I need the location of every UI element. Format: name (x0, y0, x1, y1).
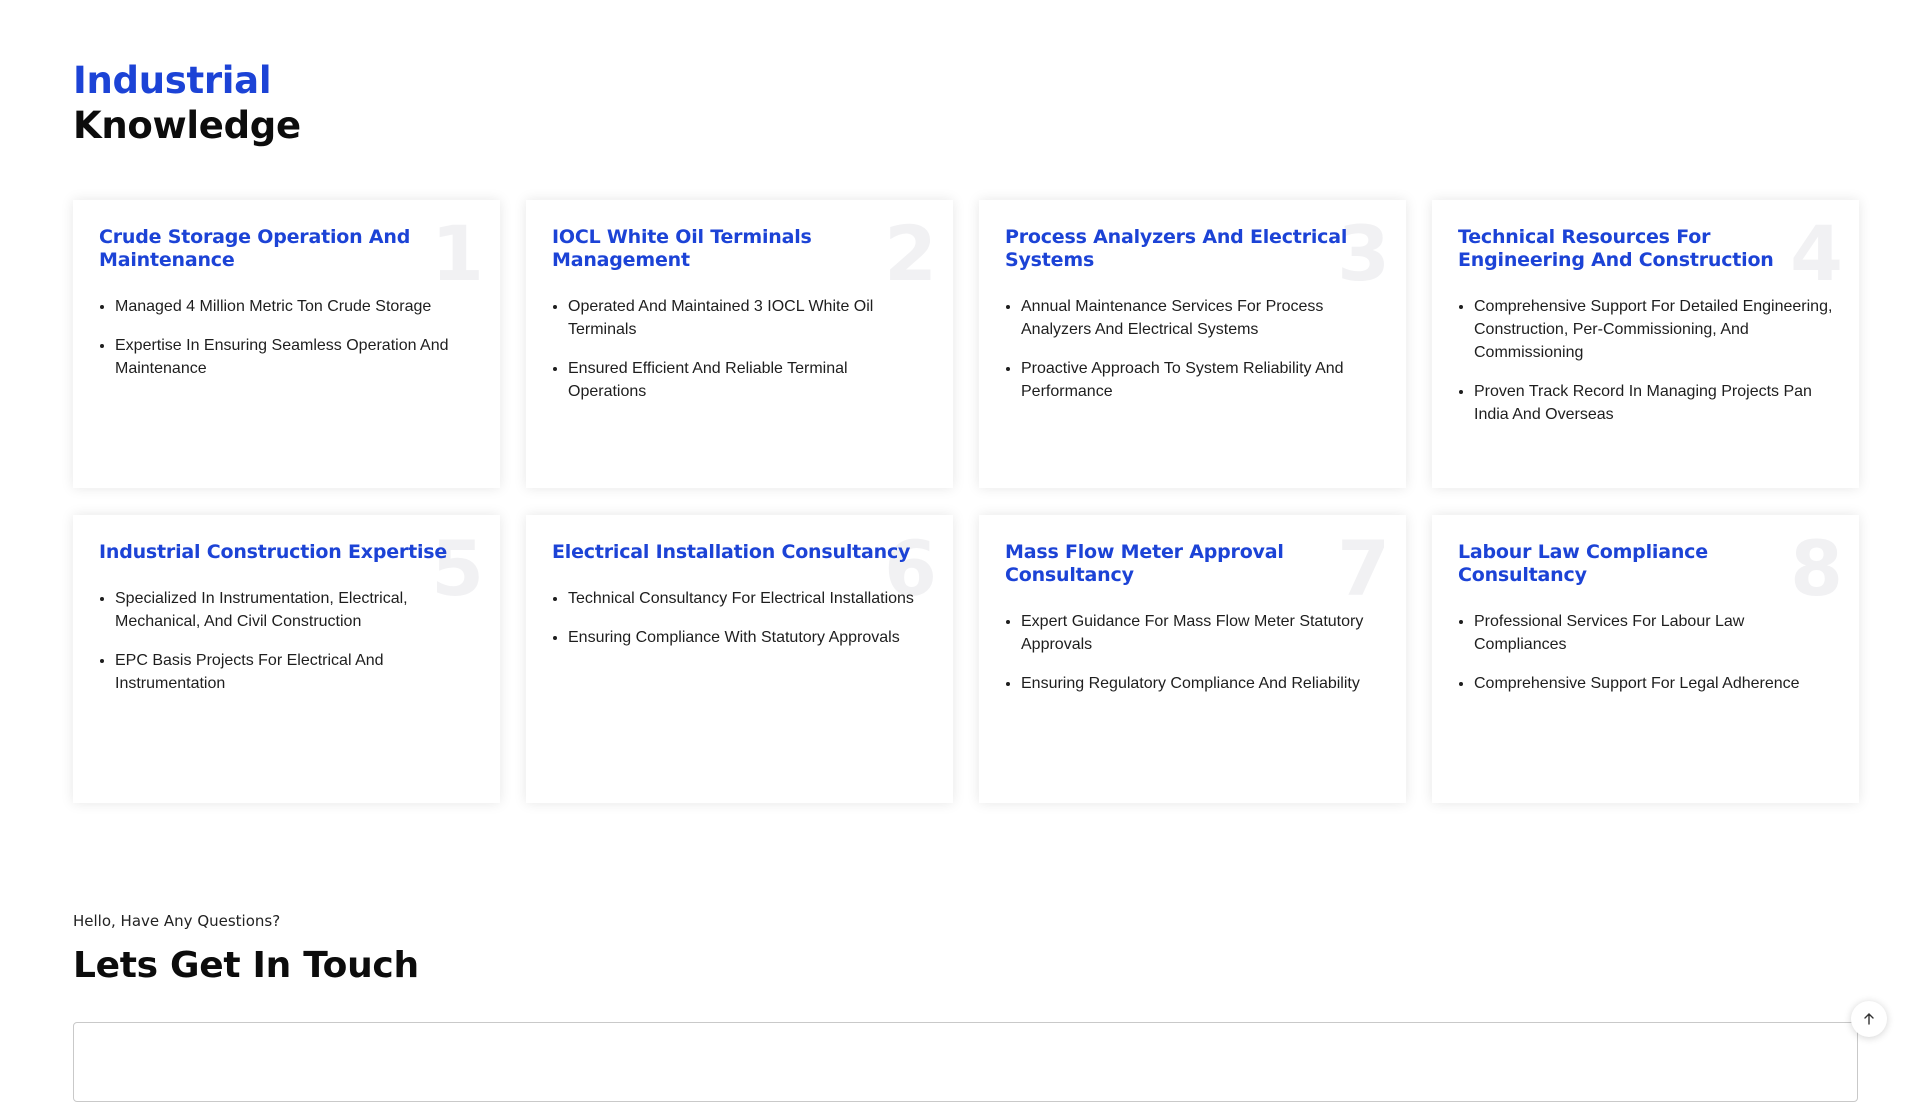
card-point: Technical Consultancy For Electrical Ins… (568, 587, 927, 610)
card-title: Process Analyzers And Electrical Systems (1005, 226, 1348, 271)
section-title: Industrial Knowledge (73, 58, 301, 148)
knowledge-card: 6 Electrical Installation Consultancy Te… (526, 515, 953, 803)
card-point-list: Operated And Maintained 3 IOCL White Oil… (552, 295, 927, 403)
card-point: Proven Track Record In Managing Projects… (1474, 380, 1833, 426)
contact-kicker: Hello, Have Any Questions? (73, 912, 281, 930)
contact-form-container (73, 1022, 1858, 1102)
card-title: Crude Storage Operation And Maintenance (99, 226, 411, 271)
knowledge-card: 5 Industrial Construction Expertise Spec… (73, 515, 500, 803)
card-point-list: Expert Guidance For Mass Flow Meter Stat… (1005, 610, 1380, 695)
card-point-list: Managed 4 Million Metric Ton Crude Stora… (99, 295, 474, 380)
section-title-main: Knowledge (73, 104, 301, 147)
knowledge-card: 7 Mass Flow Meter Approval Consultancy E… (979, 515, 1406, 803)
knowledge-card: 4 Technical Resources For Engineering An… (1432, 200, 1859, 488)
card-point-list: Technical Consultancy For Electrical Ins… (552, 587, 927, 649)
card-point: Professional Services For Labour Law Com… (1474, 610, 1833, 656)
card-point: Ensuring Compliance With Statutory Appro… (568, 626, 927, 649)
section-title-accent: Industrial (73, 59, 272, 102)
scroll-to-top-button[interactable] (1851, 1001, 1887, 1037)
card-point: EPC Basis Projects For Electrical And In… (115, 649, 474, 695)
card-title: Mass Flow Meter Approval Consultancy (1005, 541, 1284, 586)
card-title: IOCL White Oil Terminals Management (552, 226, 812, 271)
card-point: Ensured Efficient And Reliable Terminal … (568, 357, 927, 403)
contact-title: Lets Get In Touch (73, 945, 419, 986)
card-point: Expertise In Ensuring Seamless Operation… (115, 334, 474, 380)
card-point: Specialized In Instrumentation, Electric… (115, 587, 474, 633)
card-point: Comprehensive Support For Detailed Engin… (1474, 295, 1833, 364)
knowledge-card-grid: 1 Crude Storage Operation And Maintenanc… (73, 200, 1859, 803)
arrow-up-icon (1864, 1013, 1874, 1025)
card-point-list: Specialized In Instrumentation, Electric… (99, 587, 474, 695)
knowledge-card: 1 Crude Storage Operation And Maintenanc… (73, 200, 500, 488)
knowledge-card: 8 Labour Law Compliance Consultancy Prof… (1432, 515, 1859, 803)
card-title: Electrical Installation Consultancy (552, 541, 911, 563)
card-title: Technical Resources For Engineering And … (1458, 226, 1774, 271)
card-point-list: Professional Services For Labour Law Com… (1458, 610, 1833, 695)
knowledge-card: 3 Process Analyzers And Electrical Syste… (979, 200, 1406, 488)
card-point: Managed 4 Million Metric Ton Crude Stora… (115, 295, 474, 318)
knowledge-card: 2 IOCL White Oil Terminals Management Op… (526, 200, 953, 488)
card-point: Expert Guidance For Mass Flow Meter Stat… (1021, 610, 1380, 656)
contact-section-header: Hello, Have Any Questions? Lets Get In T… (73, 912, 419, 986)
card-point: Annual Maintenance Services For Process … (1021, 295, 1380, 341)
card-point: Proactive Approach To System Reliability… (1021, 357, 1380, 403)
card-point-list: Annual Maintenance Services For Process … (1005, 295, 1380, 403)
card-point-list: Comprehensive Support For Detailed Engin… (1458, 295, 1833, 426)
card-title: Labour Law Compliance Consultancy (1458, 541, 1708, 586)
card-point: Comprehensive Support For Legal Adherenc… (1474, 672, 1833, 695)
card-title: Industrial Construction Expertise (99, 541, 448, 563)
card-point: Ensuring Regulatory Compliance And Relia… (1021, 672, 1380, 695)
industrial-knowledge-header: Industrial Knowledge (73, 58, 301, 148)
card-point: Operated And Maintained 3 IOCL White Oil… (568, 295, 927, 341)
